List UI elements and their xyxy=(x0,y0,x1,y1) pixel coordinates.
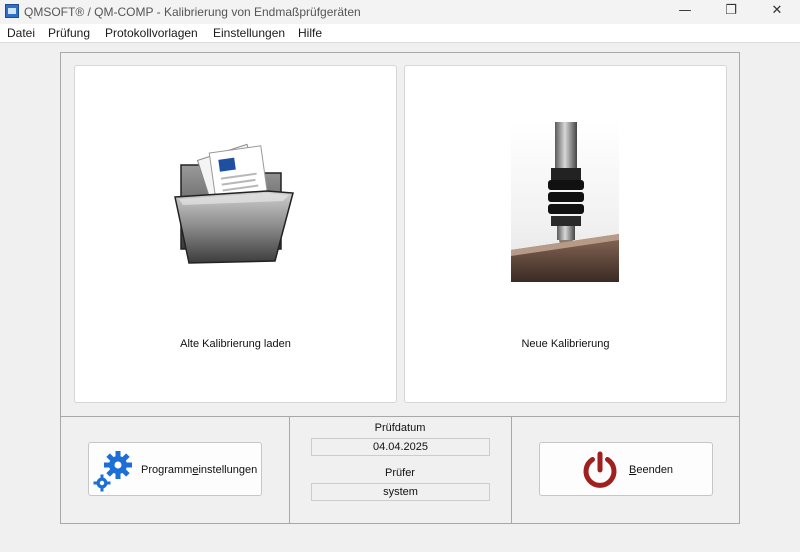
panel-divider xyxy=(61,416,739,417)
section-divider-right xyxy=(511,417,512,524)
load-calibration-card[interactable]: Alte Kalibrierung laden xyxy=(74,65,397,403)
title-bar: QMSOFT® / QM-COMP - Kalibrierung von End… xyxy=(0,0,800,24)
program-settings-button[interactable]: Programmeinstellungen xyxy=(88,442,262,496)
menu-datei[interactable]: Datei xyxy=(7,26,35,40)
program-settings-label: Programmeinstellungen xyxy=(141,464,258,476)
menu-einstellungen[interactable]: Einstellungen xyxy=(213,26,285,40)
gear-icon xyxy=(93,451,132,492)
minimize-button[interactable]: — xyxy=(662,0,708,24)
menu-bar: Datei Prüfung Protokollvorlagen Einstell… xyxy=(0,24,800,43)
menu-hilfe[interactable]: Hilfe xyxy=(298,26,322,40)
open-folder-icon xyxy=(174,143,294,264)
new-calibration-card[interactable]: Neue Kalibrierung xyxy=(404,65,727,403)
close-button[interactable]: ✕ xyxy=(754,0,800,24)
quit-button[interactable]: Beenden xyxy=(539,442,713,496)
app-icon xyxy=(5,4,19,18)
new-calibration-label: Neue Kalibrierung xyxy=(521,338,610,350)
menu-pruefung[interactable]: Prüfung xyxy=(48,26,90,40)
measuring-probe-image xyxy=(511,122,619,282)
test-date-label: Prüfdatum xyxy=(374,422,426,434)
power-icon xyxy=(583,451,617,488)
load-calibration-label: Alte Kalibrierung laden xyxy=(180,338,291,350)
maximize-button[interactable]: ❐ xyxy=(708,0,754,24)
test-date-field: 04.04.2025 xyxy=(311,438,490,456)
menu-protokollvorlagen[interactable]: Protokollvorlagen xyxy=(105,26,198,40)
quit-label: Beenden xyxy=(629,464,674,476)
main-panel: Alte Kalibrierung laden Neue Kalibrierun… xyxy=(60,52,740,524)
tester-field: system xyxy=(311,483,490,501)
tester-label: Prüfer xyxy=(385,467,415,479)
window-title: QMSOFT® / QM-COMP - Kalibrierung von End… xyxy=(24,5,361,19)
